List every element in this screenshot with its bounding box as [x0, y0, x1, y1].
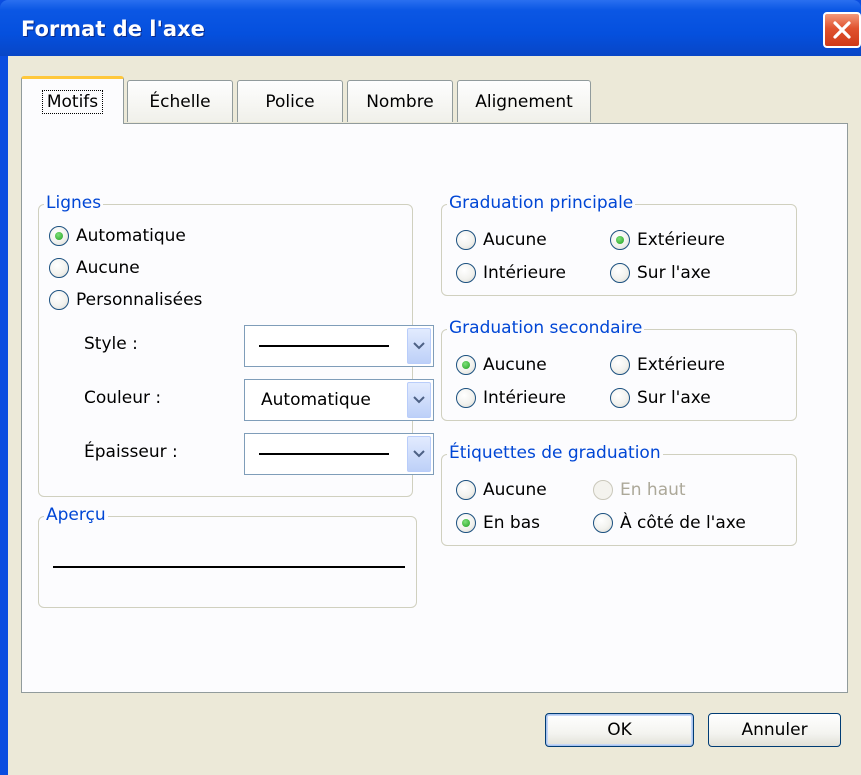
etiquettes-a-cote-radio[interactable]: À côté de l'axe — [593, 513, 746, 533]
principale-exterieure-radio[interactable]: Extérieure — [610, 230, 725, 250]
dialog-client-area: Motifs Échelle Police Nombre Alignement … — [8, 56, 861, 775]
tab-echelle[interactable]: Échelle — [127, 80, 233, 122]
radio-button-icon — [49, 226, 69, 246]
secondaire-interieure-radio[interactable]: Intérieure — [456, 388, 566, 408]
secondaire-sur-laxe-radio[interactable]: Sur l'axe — [610, 388, 711, 408]
etiquettes-en-bas-radio[interactable]: En bas — [456, 513, 540, 533]
couleur-dropdown[interactable]: Automatique — [244, 379, 434, 421]
close-icon — [833, 21, 851, 39]
graduation-secondaire-group: Graduation secondaire Aucune Extérieure … — [441, 317, 797, 421]
radio-button-icon — [456, 230, 476, 250]
radio-label: Automatique — [76, 226, 186, 246]
radio-label: Extérieure — [637, 355, 725, 375]
etiquettes-aucune-radio[interactable]: Aucune — [456, 480, 547, 500]
apercu-legend: Aperçu — [44, 504, 108, 526]
dialog-window: Format de l'axe Motifs Échelle Police No… — [0, 0, 861, 775]
radio-button-icon — [610, 230, 630, 250]
etiquettes-en-haut-radio: En haut — [593, 480, 686, 500]
radio-label: Extérieure — [637, 230, 725, 250]
radio-label: Personnalisées — [76, 290, 203, 310]
couleur-label: Couleur : — [84, 388, 162, 408]
graduation-principale-group: Graduation principale Aucune Extérieure … — [441, 192, 797, 296]
etiquettes-graduation-group: Étiquettes de graduation Aucune En haut … — [441, 442, 797, 546]
couleur-value: Automatique — [261, 390, 371, 410]
radio-button-icon — [456, 263, 476, 283]
radio-button-icon — [49, 290, 69, 310]
radio-button-icon — [610, 263, 630, 283]
radio-button-icon — [456, 355, 476, 375]
ok-button[interactable]: OK — [545, 713, 694, 747]
principale-sur-laxe-radio[interactable]: Sur l'axe — [610, 263, 711, 283]
radio-button-icon — [593, 480, 613, 500]
radio-label: Intérieure — [483, 388, 566, 408]
tab-motifs[interactable]: Motifs — [21, 76, 124, 124]
line-preview — [53, 566, 405, 568]
radio-button-icon — [610, 388, 630, 408]
tab-alignement-label: Alignement — [475, 91, 573, 112]
graduation-principale-legend: Graduation principale — [447, 192, 636, 214]
radio-label: Intérieure — [483, 263, 566, 283]
lignes-aucune-radio[interactable]: Aucune — [49, 258, 140, 278]
graduation-secondaire-legend: Graduation secondaire — [447, 317, 645, 339]
radio-label: En haut — [620, 480, 686, 500]
principale-interieure-radio[interactable]: Intérieure — [456, 263, 566, 283]
dialog-title: Format de l'axe — [21, 17, 205, 41]
radio-label: Aucune — [483, 230, 547, 250]
lignes-group: Lignes Automatique Aucune Personnalisées… — [38, 192, 434, 497]
etiquettes-legend: Étiquettes de graduation — [447, 442, 663, 464]
chevron-down-icon — [413, 396, 425, 404]
lignes-automatique-radio[interactable]: Automatique — [49, 226, 186, 246]
apercu-group: Aperçu — [38, 504, 417, 608]
lignes-legend: Lignes — [44, 192, 104, 214]
radio-button-icon — [49, 258, 69, 278]
lignes-personnalisees-radio[interactable]: Personnalisées — [49, 290, 202, 310]
close-button[interactable] — [823, 12, 861, 48]
radio-button-icon — [456, 480, 476, 500]
radio-label: Aucune — [483, 355, 547, 375]
tab-echelle-label: Échelle — [149, 91, 211, 112]
tab-motifs-label: Motifs — [41, 89, 104, 114]
tab-alignement[interactable]: Alignement — [457, 80, 591, 122]
chevron-down-icon — [413, 342, 425, 350]
tab-police[interactable]: Police — [237, 80, 343, 122]
dropdown-button[interactable] — [407, 328, 431, 364]
secondaire-aucune-radio[interactable]: Aucune — [456, 355, 547, 375]
tab-nombre-label: Nombre — [366, 91, 434, 112]
radio-label: Sur l'axe — [637, 388, 711, 408]
radio-button-icon — [456, 513, 476, 533]
radio-button-icon — [456, 388, 476, 408]
style-label: Style : — [84, 334, 138, 354]
radio-label: Sur l'axe — [637, 263, 711, 283]
epaisseur-label: Épaisseur : — [84, 442, 178, 462]
tab-panel-motifs: Lignes Automatique Aucune Personnalisées… — [21, 123, 848, 693]
line-weight-sample — [259, 453, 389, 455]
radio-button-icon — [593, 513, 613, 533]
tab-police-label: Police — [265, 91, 315, 112]
secondaire-exterieure-radio[interactable]: Extérieure — [610, 355, 725, 375]
tab-nombre[interactable]: Nombre — [347, 80, 453, 122]
epaisseur-dropdown[interactable] — [244, 433, 434, 475]
radio-label: En bas — [483, 513, 540, 533]
title-bar[interactable]: Format de l'axe — [0, 0, 861, 56]
line-style-sample — [259, 345, 389, 347]
radio-label: Aucune — [483, 480, 547, 500]
chevron-down-icon — [413, 450, 425, 458]
principale-aucune-radio[interactable]: Aucune — [456, 230, 547, 250]
cancel-button[interactable]: Annuler — [708, 713, 841, 747]
dropdown-button[interactable] — [407, 436, 431, 472]
radio-label: Aucune — [76, 258, 140, 278]
radio-button-icon — [610, 355, 630, 375]
dropdown-button[interactable] — [407, 382, 431, 418]
radio-label: À côté de l'axe — [620, 513, 746, 533]
style-dropdown[interactable] — [244, 325, 434, 367]
